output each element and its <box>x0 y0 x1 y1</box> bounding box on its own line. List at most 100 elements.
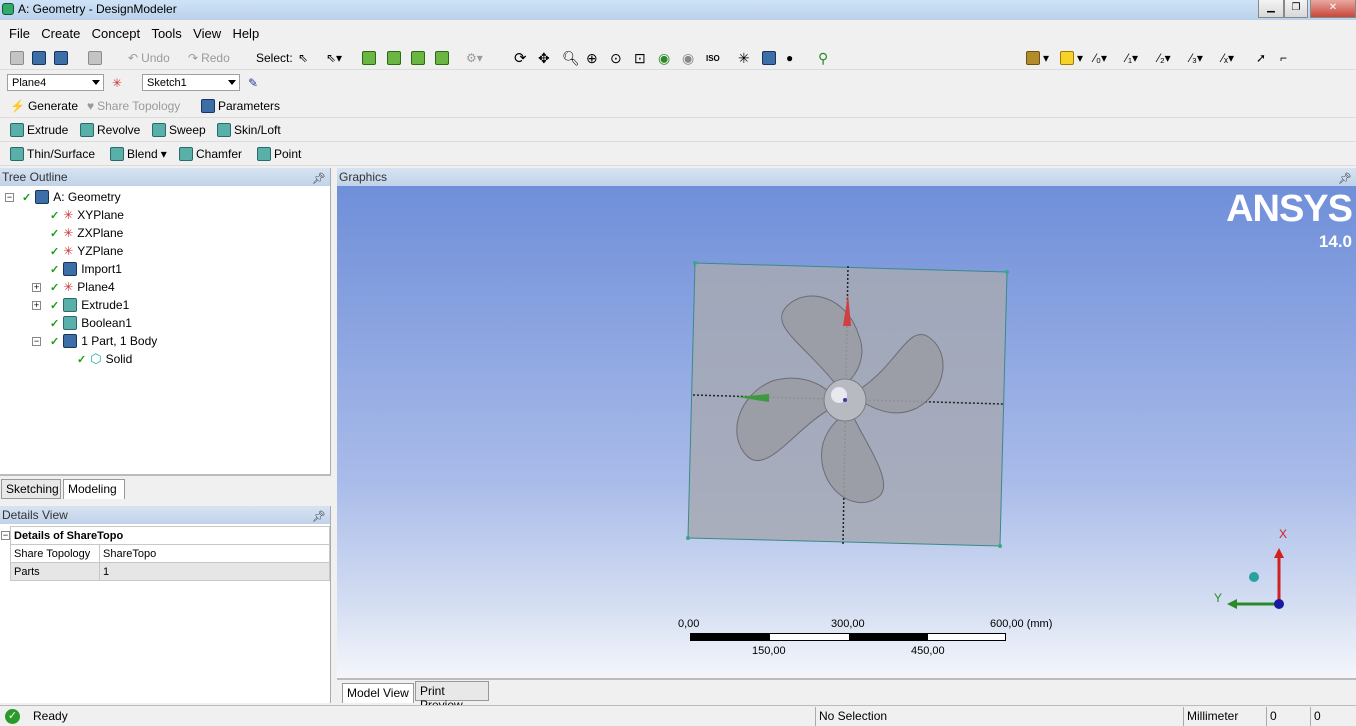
select-filter-dropdown[interactable]: ⇖▾ <box>326 49 344 67</box>
save-as-button[interactable] <box>54 49 72 67</box>
pin-icon[interactable]: 📌︎ <box>312 508 326 526</box>
menu-create[interactable]: Create <box>37 23 84 44</box>
collapse-icon[interactable]: − <box>32 337 41 346</box>
edge-display-x-dropdown[interactable]: ⁄ₓ▾ <box>1222 49 1240 67</box>
tree-node-part[interactable]: ✓ 1 Part, 1 Body <box>50 332 157 350</box>
magnifier-button[interactable]: ⊡ <box>634 49 652 67</box>
tree-node-xyplane[interactable]: ✓ ✳ XYPlane <box>50 206 124 224</box>
scale-label-300: 300,00 <box>831 618 865 630</box>
close-button[interactable]: ✕ <box>1310 0 1356 18</box>
edge-display-2-dropdown[interactable]: ⁄₂▾ <box>1158 49 1176 67</box>
tree-node-zxplane[interactable]: ✓ ✳ ZXPlane <box>50 224 123 242</box>
collapse-icon[interactable]: − <box>1 531 10 540</box>
new-button[interactable] <box>10 49 28 67</box>
details-value[interactable]: ShareTopo <box>99 544 330 563</box>
menu-view[interactable]: View <box>189 23 225 44</box>
tree-node-plane4[interactable]: ✓ ✳ Plane4 <box>50 278 115 296</box>
parameters-label: Parameters <box>218 99 281 113</box>
scale-segment <box>691 634 770 640</box>
skin-loft-label: Skin/Loft <box>234 123 281 137</box>
chamfer-button[interactable]: Chamfer <box>179 145 242 163</box>
tab-modeling[interactable]: Modeling <box>63 479 125 499</box>
select-bodies-button[interactable] <box>435 49 453 67</box>
save-button[interactable] <box>32 49 50 67</box>
edge-display-0-dropdown[interactable]: ⁄₀▾ <box>1094 49 1112 67</box>
select-mode-button[interactable]: ⇖ <box>298 49 316 67</box>
collapse-icon[interactable]: − <box>5 193 14 202</box>
select-faces-button[interactable] <box>411 49 429 67</box>
vertex-button[interactable]: ⌐ <box>1280 49 1298 67</box>
blend-button[interactable]: Blend ▾ <box>110 145 167 163</box>
tree-node-yzplane[interactable]: ✓ ✳ YZPlane <box>50 242 123 260</box>
expand-icon[interactable]: + <box>32 301 41 310</box>
select-edges-button[interactable] <box>387 49 405 67</box>
tree-node-extrude1[interactable]: ✓ Extrude1 <box>50 296 129 314</box>
sweep-button[interactable]: Sweep <box>152 121 206 139</box>
plane-select[interactable]: Plane4 <box>7 74 104 91</box>
zoom-to-fit-button[interactable]: ⊙ <box>610 49 628 67</box>
new-plane-button[interactable]: ✳ <box>112 74 130 92</box>
extrude-button[interactable]: Extrude <box>10 121 68 139</box>
pin-icon[interactable]: 📌︎ <box>312 170 326 188</box>
face-color-dropdown[interactable]: ▾ <box>1026 49 1049 67</box>
status-value-2: 0 <box>1310 707 1356 726</box>
tree-outline-header: Tree Outline 📌︎ <box>0 168 330 186</box>
menu-tools[interactable]: Tools <box>147 23 185 44</box>
skin-loft-button[interactable]: Skin/Loft <box>217 121 281 139</box>
display-model-button[interactable] <box>762 49 780 67</box>
new-sketch-button[interactable]: ✎ <box>248 74 266 92</box>
edge-direction-button[interactable]: ➚ <box>1256 49 1274 67</box>
sketch-select[interactable]: Sketch1 <box>142 74 240 91</box>
extrude-label: Extrude <box>27 123 69 137</box>
select-points-button[interactable] <box>362 49 380 67</box>
cursor-dropdown-icon: ⇖▾ <box>326 51 343 65</box>
next-view-button[interactable]: ◉ <box>682 49 700 67</box>
x-axis-arrow <box>1274 548 1284 558</box>
tab-model-view[interactable]: Model View <box>342 683 414 703</box>
tree-node-geometry[interactable]: ✓ A: Geometry <box>22 188 121 206</box>
prev-view-button[interactable]: ◉ <box>658 49 676 67</box>
edge-color-dropdown[interactable]: ▾ <box>1060 49 1083 67</box>
menu-concept[interactable]: Concept <box>88 23 144 44</box>
maximize-button[interactable]: ❐ <box>1284 0 1308 18</box>
details-view-header: Details View 📌︎ <box>0 506 330 524</box>
look-at-button[interactable]: ⚲ <box>818 49 836 67</box>
edge-display-1-dropdown[interactable]: ⁄₁▾ <box>1126 49 1144 67</box>
iso-view-button[interactable]: ISO <box>706 49 724 67</box>
point-button[interactable]: Point <box>257 145 301 163</box>
tree-node-import1[interactable]: ✓ Import1 <box>50 260 122 278</box>
graphics-viewport[interactable]: ANSYS 14.0 0,00 300,00 600,00 (mm) 150,0… <box>337 186 1356 678</box>
corner-marker <box>693 261 697 265</box>
share-topology-button[interactable]: ♥ Share Topology <box>87 97 180 115</box>
edge-display-3-dropdown[interactable]: ⁄₃▾ <box>1190 49 1208 67</box>
revolve-button[interactable]: Revolve <box>80 121 140 139</box>
edge-x-icon: ⁄ₓ▾ <box>1222 51 1234 65</box>
tab-print-preview[interactable]: Print Preview <box>415 681 489 712</box>
pan-button[interactable]: ✥ <box>538 49 556 67</box>
details-value[interactable]: 1 <box>99 562 330 581</box>
generate-button[interactable]: ⚡ Generate <box>10 97 78 115</box>
tab-sketching[interactable]: Sketching <box>1 479 61 499</box>
minimize-button[interactable]: ▁ <box>1258 0 1284 18</box>
tree-node-boolean1[interactable]: ✓ Boolean1 <box>50 314 132 332</box>
undo-button[interactable]: ↶ Undo <box>128 49 170 67</box>
zoom-button[interactable]: 🔍︎ <box>562 49 580 67</box>
extend-selection-button[interactable]: ⚙▾ <box>466 49 484 67</box>
rotate-button[interactable]: ⟳ <box>514 49 532 67</box>
display-plane-button[interactable]: ✳ <box>738 49 756 67</box>
status-units[interactable]: Millimeter <box>1183 707 1266 726</box>
box-zoom-button[interactable]: ⊕ <box>586 49 604 67</box>
expand-icon[interactable]: + <box>32 283 41 292</box>
plane-axis-icon: ✳ <box>63 226 74 240</box>
look-at-icon: ⚲ <box>818 49 829 66</box>
model-canvas[interactable] <box>337 186 1356 678</box>
display-points-button[interactable]: ● <box>786 49 804 67</box>
thin-surface-button[interactable]: Thin/Surface <box>10 145 95 163</box>
tree-node-solid[interactable]: ✓ ⬡ Solid <box>77 350 132 368</box>
screenshot-button[interactable] <box>88 49 106 67</box>
parameters-button[interactable]: Parameters <box>201 97 280 115</box>
share-topology-icon: ♥ <box>87 99 95 113</box>
redo-button[interactable]: ↷ Redo <box>188 49 230 67</box>
menu-help[interactable]: Help <box>228 23 263 44</box>
menu-file[interactable]: File <box>5 23 34 44</box>
